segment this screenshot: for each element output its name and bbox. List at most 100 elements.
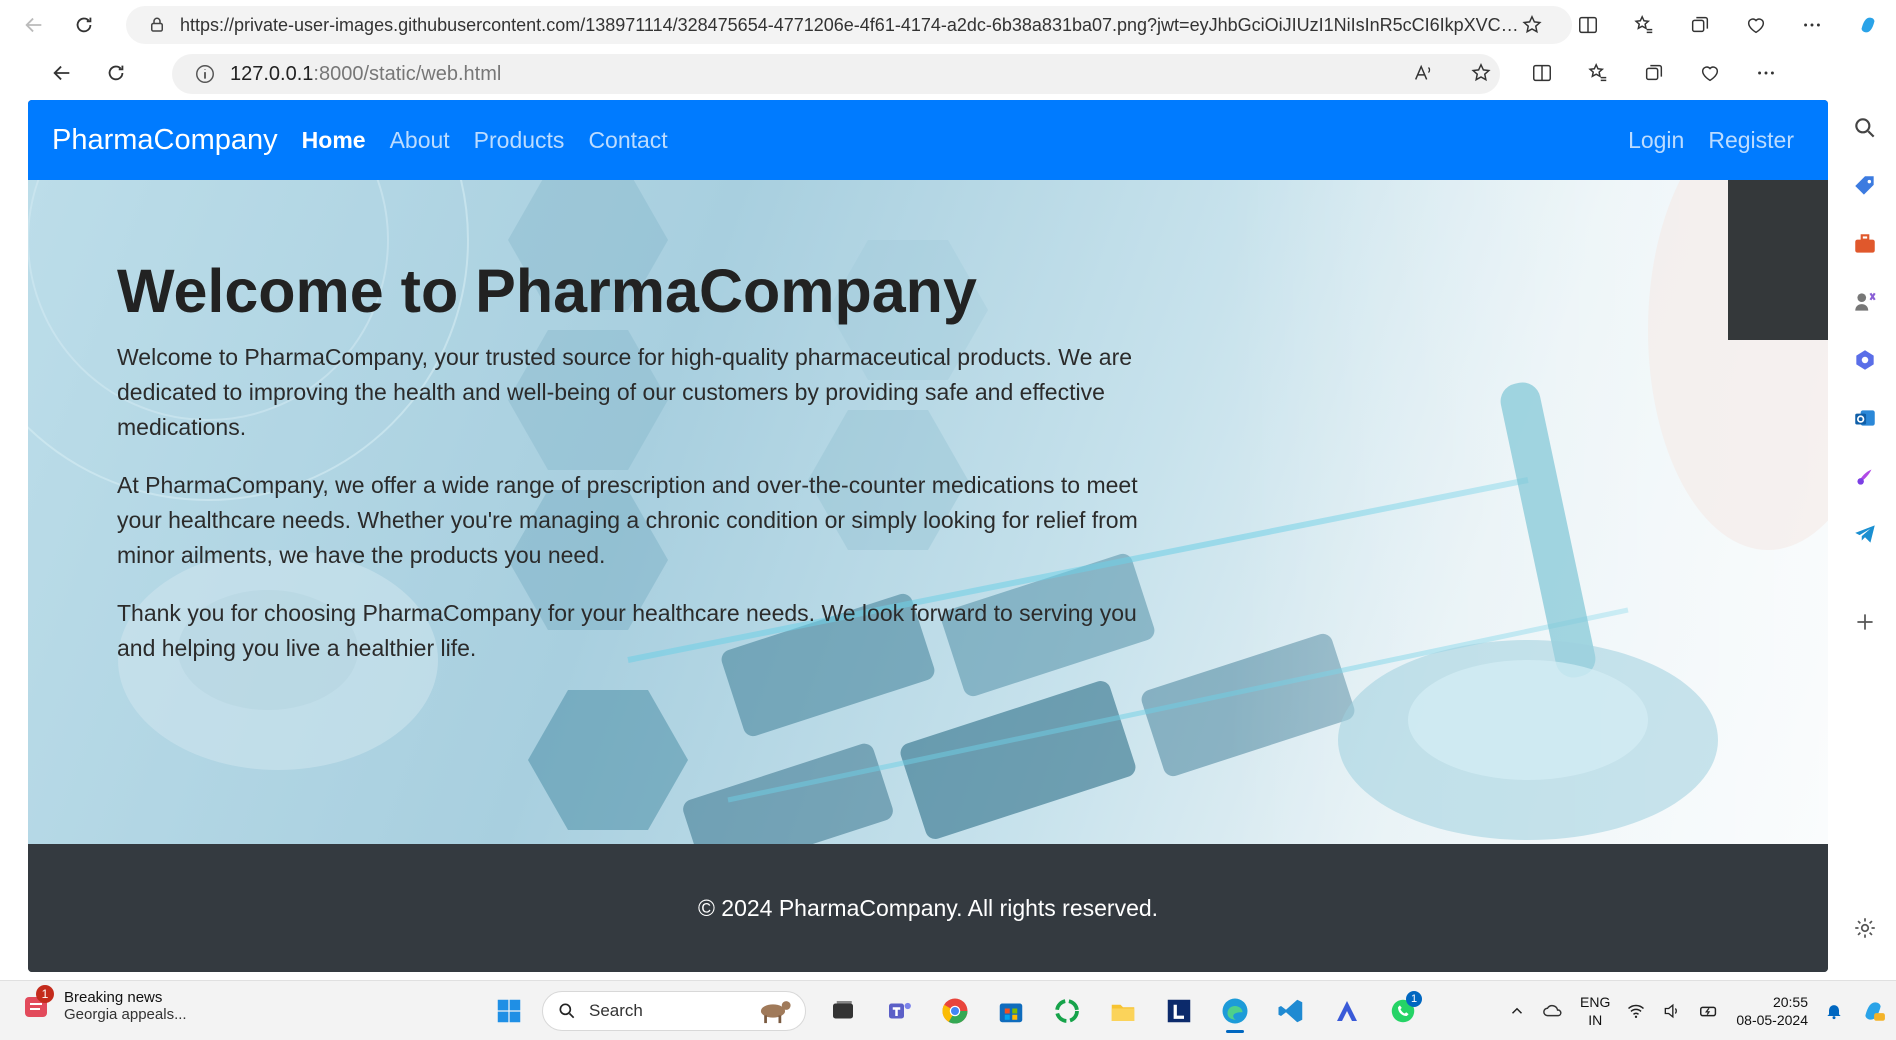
- hero-paragraph: Welcome to PharmaCompany, your trusted s…: [117, 344, 1133, 440]
- refresh-icon[interactable]: [64, 5, 104, 45]
- outer-address-bar[interactable]: https://private-user-images.githubuserco…: [126, 6, 1572, 44]
- region-code: IN: [1588, 1012, 1603, 1028]
- hero-section: Welcome to PharmaCompany Welcome to Phar…: [28, 180, 1828, 844]
- shopping-tag-icon[interactable]: [1845, 166, 1885, 206]
- whatsapp-badge: 1: [1406, 991, 1422, 1007]
- chrome-icon[interactable]: [932, 989, 978, 1033]
- outlook-icon[interactable]: [1845, 398, 1885, 438]
- footer-copyright: © 2024 PharmaCompany. All rights reserve…: [697, 894, 1159, 921]
- task-view-icon[interactable]: [820, 989, 866, 1033]
- taskbar-search-box[interactable]: Search: [542, 991, 806, 1031]
- back-arrow-icon[interactable]: [42, 53, 82, 93]
- nav-links: Home About Products Contact: [302, 127, 692, 154]
- news-title: Breaking news: [64, 989, 163, 1006]
- telegram-icon[interactable]: [1845, 514, 1885, 554]
- browser-sidebar: [1834, 96, 1896, 976]
- taskbar-apps: Search 1: [486, 989, 1436, 1033]
- copilot-icon[interactable]: [1324, 989, 1370, 1033]
- browser-essentials-icon[interactable]: [1682, 53, 1738, 93]
- inner-browser-toolbar: 127.0.0.1:8000/static/web.html: [24, 50, 1824, 96]
- footer: © 2024 PharmaCompany. All rights reserve…: [28, 844, 1828, 972]
- file-explorer-icon[interactable]: [1100, 989, 1146, 1033]
- search-icon: [559, 1003, 575, 1019]
- login-link[interactable]: Login: [1628, 127, 1684, 154]
- favorites-icon[interactable]: [1570, 53, 1626, 93]
- l-app-icon[interactable]: [1156, 989, 1202, 1033]
- url-path: :8000/static/web.html: [313, 62, 502, 85]
- hero-paragraph: At PharmaCompany, we offer a wide range …: [117, 472, 1138, 568]
- inner-address-bar[interactable]: 127.0.0.1:8000/static/web.html: [172, 54, 1500, 94]
- clock-time: 20:55: [1772, 994, 1808, 1010]
- collections-icon[interactable]: [1672, 5, 1728, 45]
- brand-logo[interactable]: PharmaCompany: [52, 124, 278, 157]
- designer-icon[interactable]: [1845, 456, 1885, 496]
- add-icon[interactable]: [1845, 602, 1885, 642]
- news-text: Breaking news Georgia appeals...: [64, 989, 187, 1023]
- navbar: PharmaCompany Home About Products Contac…: [28, 100, 1828, 180]
- outer-url-text: https://private-user-images.githubuserco…: [180, 14, 1520, 35]
- nav-link-contact[interactable]: Contact: [588, 127, 667, 154]
- teams-icon[interactable]: [876, 989, 922, 1033]
- language-code: ENG: [1580, 994, 1611, 1010]
- edge-icon[interactable]: [1212, 989, 1258, 1033]
- whatsapp-icon[interactable]: 1: [1380, 989, 1426, 1033]
- copilot-preview-icon[interactable]: [1860, 998, 1886, 1024]
- split-screen-icon[interactable]: [1514, 53, 1570, 93]
- url-host: 127.0.0.1: [230, 62, 314, 85]
- nav-link-about[interactable]: About: [390, 127, 450, 154]
- hero-content: Welcome to PharmaCompany Welcome to Phar…: [117, 256, 1217, 689]
- copilot-icon[interactable]: [1840, 5, 1896, 45]
- inner-toolbar-extras: [1514, 53, 1794, 93]
- favorites-icon[interactable]: [1616, 5, 1672, 45]
- collections-icon[interactable]: [1626, 53, 1682, 93]
- more-options-icon[interactable]: [1784, 5, 1840, 45]
- microsoft-365-icon[interactable]: [1845, 340, 1885, 380]
- lock-icon: [151, 17, 163, 32]
- microsoft-store-icon[interactable]: [988, 989, 1034, 1033]
- news-icon: 1: [22, 985, 54, 1021]
- vscode-icon[interactable]: [1268, 989, 1314, 1033]
- web-page: PharmaCompany Home About Products Contac…: [28, 100, 1828, 972]
- news-subtitle: Georgia appeals...: [64, 1006, 187, 1023]
- system-tray: ENG IN 20:55 08-05-2024: [1492, 989, 1886, 1033]
- battery-charging-icon[interactable]: [1698, 1000, 1720, 1022]
- volume-icon[interactable]: [1662, 1001, 1682, 1021]
- hero-paragraph: Thank you for choosing PharmaCompany for…: [117, 600, 1137, 661]
- inner-toolbar-actions: [1394, 53, 1510, 93]
- auth-links: Login Register: [1604, 100, 1794, 180]
- language-indicator[interactable]: ENG IN: [1580, 993, 1610, 1029]
- games-icon[interactable]: [1845, 282, 1885, 322]
- read-aloud-icon[interactable]: [1394, 53, 1452, 93]
- wifi-icon[interactable]: [1626, 1001, 1646, 1021]
- chevron-up-icon[interactable]: [1508, 1002, 1526, 1020]
- search-icon[interactable]: [1845, 108, 1885, 148]
- favorite-star-icon[interactable]: [1504, 5, 1560, 45]
- hero-title: Welcome to PharmaCompany: [117, 257, 977, 325]
- news-widget[interactable]: 1 Breaking news Georgia appeals...: [22, 985, 187, 1023]
- news-badge: 1: [36, 985, 54, 1003]
- donkey-illustration-icon: [760, 1001, 791, 1024]
- outer-browser-toolbar: https://private-user-images.githubuserco…: [0, 0, 1896, 50]
- nav-link-home[interactable]: Home: [302, 127, 366, 154]
- inner-url-text: 127.0.0.1:8000/static/web.html: [230, 63, 501, 86]
- info-icon: [196, 65, 214, 83]
- tools-icon[interactable]: [1845, 224, 1885, 264]
- clock[interactable]: 20:55 08-05-2024: [1736, 993, 1808, 1029]
- browser-essentials-icon[interactable]: [1728, 5, 1784, 45]
- windows-start-icon[interactable]: [486, 989, 532, 1033]
- settings-gear-icon[interactable]: [1845, 908, 1885, 948]
- sync-app-icon[interactable]: [1044, 989, 1090, 1033]
- nav-link-products[interactable]: Products: [474, 127, 565, 154]
- onedrive-cloud-icon[interactable]: [1542, 1000, 1564, 1022]
- refresh-icon[interactable]: [96, 53, 136, 93]
- windows-taskbar: 1 Breaking news Georgia appeals... Searc…: [0, 980, 1896, 1040]
- outer-toolbar-actions: [1504, 5, 1896, 45]
- taskbar-search-label: Search: [589, 1001, 643, 1020]
- more-options-icon[interactable]: [1738, 53, 1794, 93]
- register-link[interactable]: Register: [1708, 127, 1794, 154]
- clock-date: 08-05-2024: [1736, 1012, 1808, 1028]
- favorite-star-icon[interactable]: [1452, 53, 1510, 93]
- split-screen-icon[interactable]: [1560, 5, 1616, 45]
- notification-bell-icon[interactable]: [1824, 1001, 1844, 1021]
- back-arrow-icon[interactable]: [14, 5, 54, 45]
